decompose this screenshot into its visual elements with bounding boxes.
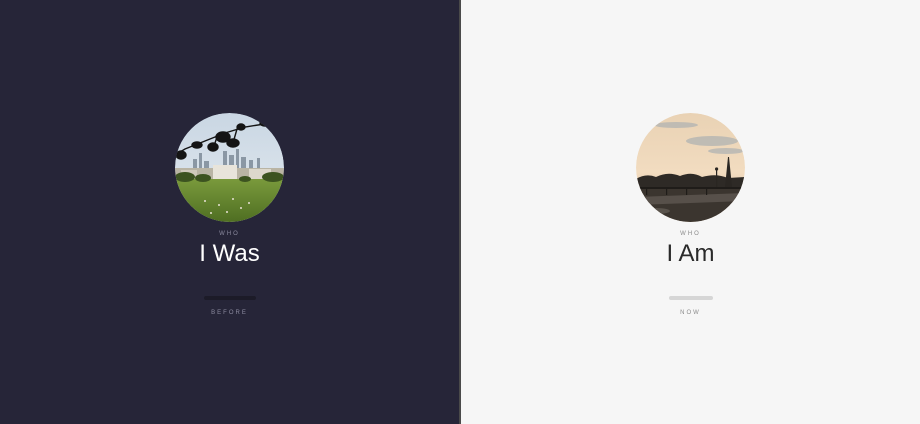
before-subtitle: BEFORE (211, 309, 248, 316)
now-title: I Am (666, 240, 715, 267)
now-profile: WHO I Am NOW (636, 113, 746, 317)
before-underline (203, 295, 256, 300)
now-panel: WHO I Am NOW (461, 0, 920, 424)
now-subtitle: NOW (680, 309, 701, 316)
now-underline (668, 295, 713, 300)
now-photo (636, 113, 745, 222)
before-photo (175, 113, 284, 222)
now-kicker: WHO (680, 231, 701, 237)
before-title: I Was (199, 240, 260, 267)
before-panel: WHO I Was BEFORE (0, 0, 459, 424)
before-profile: WHO I Was BEFORE (175, 113, 285, 317)
before-kicker: WHO (219, 231, 240, 237)
split-layout: WHO I Was BEFORE WHO I Am NOW (0, 0, 920, 424)
